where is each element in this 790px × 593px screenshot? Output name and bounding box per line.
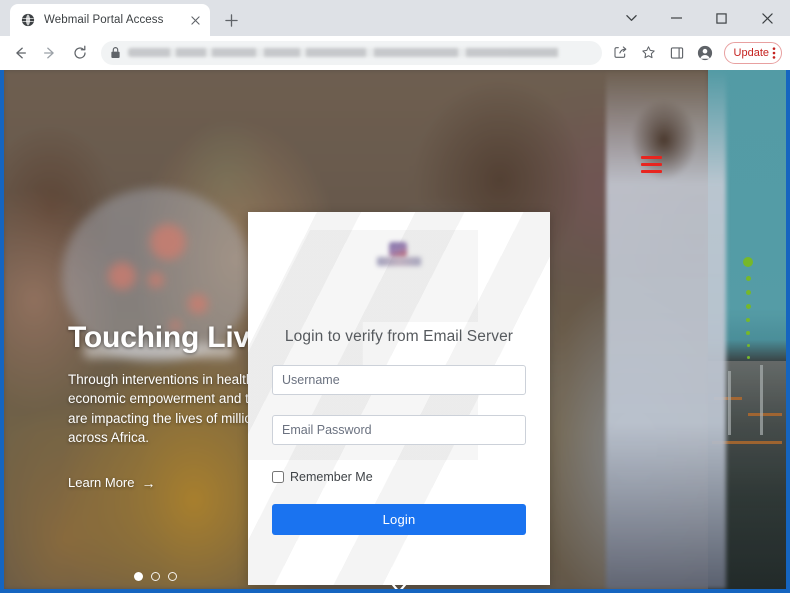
tab-close-icon[interactable] — [186, 11, 204, 29]
login-title: Login to verify from Email Server — [284, 328, 514, 345]
learn-more-link[interactable]: Learn More → — [68, 475, 155, 490]
carousel-dot-1[interactable] — [134, 572, 143, 581]
globe-icon — [20, 12, 36, 28]
tab-title: Webmail Portal Access — [44, 14, 164, 26]
remember-me-label: Remember Me — [290, 470, 373, 484]
company-logo — [375, 242, 423, 272]
address-bar[interactable] — [101, 40, 602, 65]
login-modal: Login to verify from Email Server Rememb… — [248, 212, 550, 585]
side-panel-icon[interactable] — [664, 40, 690, 66]
remember-me-checkbox[interactable] — [272, 471, 284, 483]
profile-avatar-icon[interactable] — [692, 40, 718, 66]
remember-me-row[interactable]: Remember Me — [272, 470, 526, 484]
foreground-person-image — [606, 70, 726, 589]
three-dot-menu-icon[interactable] — [772, 46, 776, 60]
username-input[interactable] — [272, 365, 526, 395]
page-viewport: Touching Lives Through interventions in … — [0, 70, 790, 593]
minimize-icon[interactable] — [654, 0, 699, 36]
tab-search-chevron-icon[interactable] — [609, 0, 654, 36]
window-controls — [609, 0, 790, 36]
chevron-down-icon[interactable] — [387, 578, 411, 589]
browser-toolbar: Update — [0, 36, 790, 70]
phishing-page: Touching Lives Through interventions in … — [4, 70, 786, 589]
update-label: Update — [733, 46, 769, 59]
carousel-dot-2[interactable] — [151, 572, 160, 581]
password-input[interactable] — [272, 415, 526, 445]
login-button[interactable]: Login — [272, 504, 526, 535]
url-text[interactable] — [128, 48, 594, 57]
browser-tab[interactable]: Webmail Portal Access — [10, 4, 210, 36]
maximize-icon[interactable] — [699, 0, 744, 36]
toolbar-actions: Update — [608, 40, 782, 66]
learn-more-label: Learn More — [68, 475, 135, 490]
forward-arrow-icon[interactable] — [36, 39, 64, 67]
browser-window: Webmail Portal Access Update Touching Li… — [0, 0, 790, 593]
carousel-dot-3[interactable] — [168, 572, 177, 581]
lock-icon[interactable] — [110, 46, 121, 59]
share-icon[interactable] — [608, 40, 634, 66]
carousel-dots — [134, 572, 177, 581]
arrow-right-icon: → — [141, 474, 156, 491]
new-tab-button[interactable] — [218, 7, 244, 33]
reload-icon[interactable] — [66, 39, 94, 67]
tab-strip: Webmail Portal Access — [0, 0, 790, 36]
hamburger-menu-icon[interactable] — [641, 156, 662, 173]
close-icon[interactable] — [744, 0, 790, 36]
update-button[interactable]: Update — [723, 41, 782, 64]
star-icon[interactable] — [636, 40, 662, 66]
back-arrow-icon[interactable] — [6, 39, 34, 67]
